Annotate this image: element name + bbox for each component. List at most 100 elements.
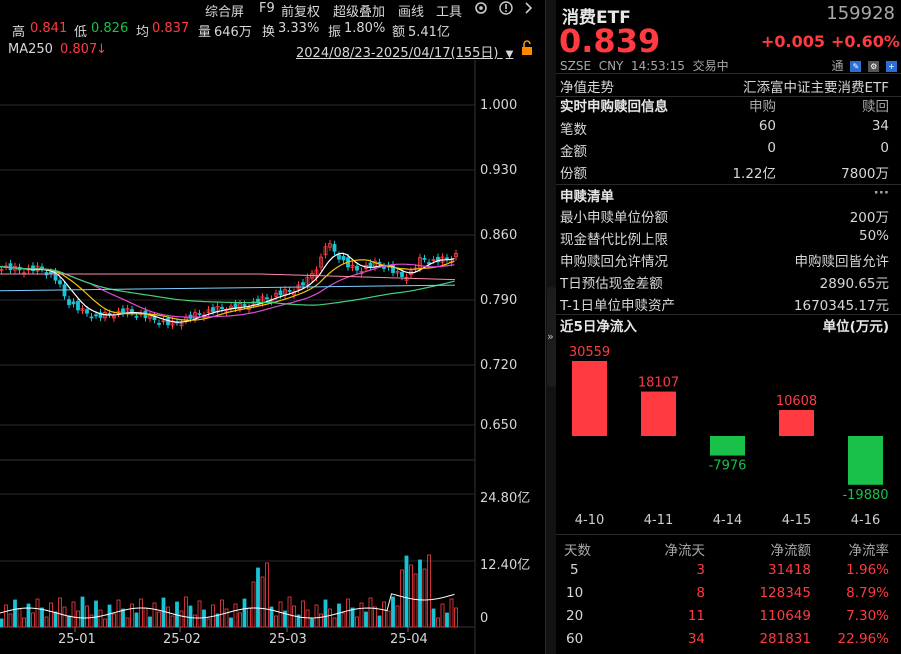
volume-bar [405, 556, 408, 627]
volume-bar [252, 582, 255, 627]
candle-body [378, 262, 381, 263]
candle-body [135, 316, 138, 317]
candle-body [333, 244, 336, 251]
candle-body [72, 302, 75, 304]
tag-label: 通 [832, 59, 844, 73]
low-value: 0.826 [91, 21, 128, 36]
toolbar-icons: 通 ✎ ⚙ + [832, 57, 898, 74]
redeem-row: 申购赎回允许情况 申购赎回皆允许 [556, 250, 901, 271]
realtime-row: 份额 1.22亿 7800万 [556, 162, 901, 183]
flow-header: 近5日净流入 单位(万元) [556, 315, 901, 336]
candle-body [288, 290, 291, 291]
redeem-row: 最小申赎单位份额 200万 [556, 206, 901, 227]
dropdown-icon[interactable]: ▼ [506, 49, 514, 60]
redeem-row: T日预估现金差额 2890.65元 [556, 272, 901, 293]
flow-bar [641, 392, 676, 436]
gear-icon[interactable] [473, 0, 489, 20]
menu-item-f9[interactable]: F9 [259, 1, 275, 16]
volume-bar [117, 600, 120, 627]
volume-bar [432, 609, 435, 627]
flow-table-header: 天数 净流天 净流额 净流率 [556, 539, 901, 560]
price-change: +0.005 [761, 32, 825, 51]
volume-bar [144, 608, 147, 627]
candle-body [90, 317, 93, 318]
low-label: 低 [74, 21, 87, 40]
candle-body [86, 310, 89, 314]
volume-bar [54, 612, 57, 627]
date-range[interactable]: 2024/08/23-2025/04/17(155日) ▼ [296, 42, 513, 61]
amp-label: 振 [328, 21, 341, 40]
info-panel: 消费ETF 159928 0.839 +0.005 +0.60% SZSE CN… [556, 0, 901, 654]
volume-bar [414, 574, 417, 627]
realtime-row: 笔数 60 34 [556, 118, 901, 139]
volume-bar [437, 618, 440, 627]
volume-bar [153, 603, 156, 627]
flow-bar [848, 436, 883, 485]
flow-table-row: 60 34 281831 22.96% [556, 631, 901, 652]
volume-bar [356, 617, 359, 627]
volume-bar [63, 607, 66, 627]
menu-item-tools[interactable]: 工具 [436, 1, 462, 20]
volume-bar [32, 613, 35, 627]
ma-value: 0.807 [60, 42, 97, 57]
kline-chart[interactable] [0, 60, 545, 654]
volume-bar [423, 569, 426, 627]
menu-item-overview[interactable]: 综合屏 [205, 1, 244, 20]
volume-bar [410, 565, 413, 627]
flow-table-row: 5 3 31418 1.96% [556, 562, 901, 583]
flow-category-label: 4-10 [575, 513, 605, 528]
flow-value-label: 18107 [638, 376, 679, 391]
turnover-value: 3.33% [278, 21, 319, 36]
ma-arrow: ↓ [96, 42, 107, 57]
volume-bar [171, 616, 174, 627]
lock-icon[interactable] [520, 40, 534, 60]
volume-bar [207, 619, 210, 627]
volume-bar [374, 607, 377, 627]
amt-label: 额 [392, 21, 405, 40]
volume-bar [194, 615, 197, 627]
volume-bar [198, 601, 201, 627]
x-tick: 25-04 [390, 632, 428, 647]
candle-body [95, 315, 98, 316]
candle-body [212, 308, 215, 312]
settings-icon[interactable]: ⚙ [868, 61, 879, 72]
candle-body [59, 281, 62, 284]
volume-bar [104, 619, 107, 627]
chevron-right-icon[interactable] [523, 0, 535, 20]
price-tick: 0.860 [480, 228, 517, 243]
vol-tick: 0 [480, 611, 488, 626]
candle-body [401, 272, 404, 276]
volume-bar [167, 607, 170, 627]
kline-panel[interactable]: 高 0.841 低 0.826 均 0.837 量 646万 换 3.33% 振… [0, 0, 545, 654]
volume-bar [351, 608, 354, 627]
vol-tick: 24.80亿 [480, 487, 530, 506]
x-tick: 25-02 [163, 632, 201, 647]
volume-bar [140, 599, 143, 627]
edit-icon[interactable]: ✎ [850, 61, 861, 72]
volume-bar [419, 560, 422, 627]
volume-bar [279, 602, 282, 627]
x-tick: 25-03 [269, 632, 307, 647]
more-button[interactable]: ··· [874, 185, 889, 201]
volume-bar [99, 610, 102, 627]
menu-item-draw[interactable]: 画线 [398, 1, 424, 20]
nav-row[interactable]: 净值走势 汇添富中证主要消费ETF [556, 76, 901, 97]
volume-bar [261, 577, 264, 627]
divider [556, 73, 901, 74]
flow-bar [710, 436, 745, 456]
menu-item-overlay[interactable]: 超级叠加 [333, 1, 385, 20]
flow-category-label: 4-15 [782, 513, 812, 528]
volume-bar [59, 598, 62, 627]
vol-tick: 12.40亿 [480, 554, 530, 573]
volume-bar [302, 601, 305, 627]
menu-item-adjust[interactable]: 前复权 [281, 1, 320, 20]
alert-icon[interactable] [498, 0, 514, 20]
volume-bar [365, 612, 368, 627]
flow-table-row: 10 8 128345 8.79% [556, 585, 901, 606]
chevron-right-icon[interactable]: » [547, 330, 554, 343]
add-icon[interactable]: + [886, 61, 897, 72]
net-inflow-chart: 305594-10181074-11-79764-14106084-15-198… [556, 336, 901, 532]
candle-body [342, 256, 345, 260]
volume-bar [396, 606, 399, 627]
volume-bar [455, 608, 458, 627]
